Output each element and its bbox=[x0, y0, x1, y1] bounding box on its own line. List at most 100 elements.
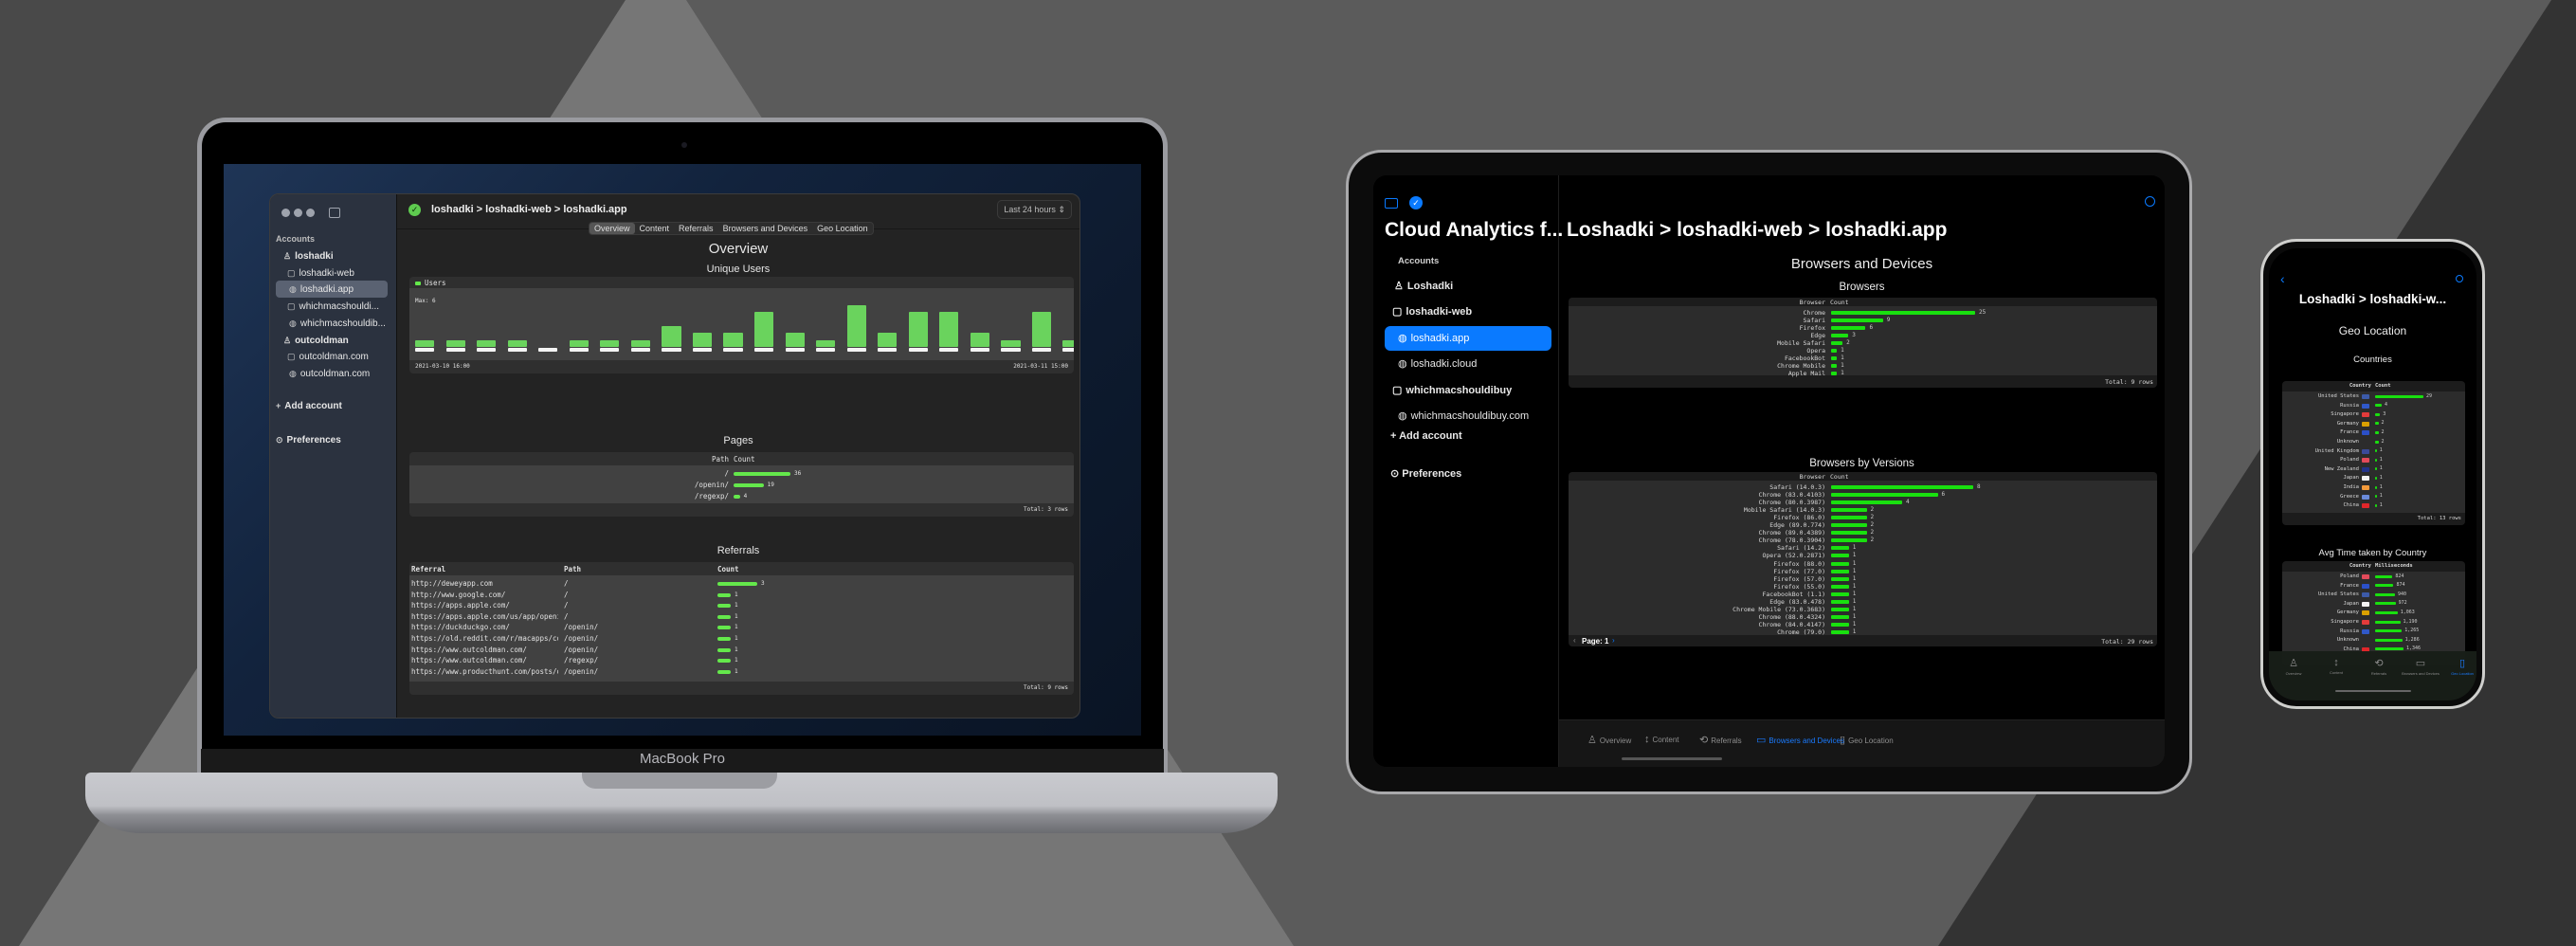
browser-label: Chrome (83.0.4103) bbox=[1758, 491, 1825, 500]
path-cell: / bbox=[564, 601, 569, 610]
path-cell: / bbox=[564, 611, 569, 621]
count-value: 1 bbox=[1852, 567, 1857, 574]
referral-cell[interactable]: https://www.outcoldman.com/ bbox=[411, 656, 527, 664]
tab-geo-location[interactable]: ▯ Geo Location bbox=[2443, 657, 2476, 676]
chart-baseline-mark bbox=[785, 348, 805, 352]
referral-cell[interactable]: https://apps.apple.com/ bbox=[411, 601, 510, 609]
referral-cell[interactable]: http://deweyapp.com bbox=[411, 579, 493, 588]
count-bar bbox=[1831, 341, 1843, 345]
tab-referrals[interactable]: ⟲ Referrals bbox=[2360, 657, 2398, 676]
tab-label: Browsers and Devices bbox=[2402, 671, 2440, 676]
sidebar-section-accounts: Accounts bbox=[1398, 256, 1440, 266]
chart-bar bbox=[970, 333, 989, 347]
total-rows: Total: 29 rows bbox=[2101, 638, 2153, 646]
next-page-icon[interactable]: › bbox=[1612, 636, 1615, 645]
total-rows: Total: 9 rows bbox=[1024, 684, 1068, 691]
prev-page-icon[interactable]: ‹ bbox=[1573, 636, 1576, 645]
tab-browsers-and-devices[interactable]: ▭ Browsers and Devices bbox=[1756, 734, 1844, 746]
ipad-screen: ✓ Cloud Analytics f... Accounts ♙ Loshadk… bbox=[1373, 175, 2165, 767]
count-value: 25 bbox=[1979, 309, 1986, 316]
country-label: United States bbox=[2317, 393, 2359, 399]
tab-label: Browsers and Devices bbox=[1769, 737, 1844, 745]
count-value: 6 bbox=[1941, 491, 1946, 499]
tab-geo-location[interactable]: ▯ Geo Location bbox=[1840, 734, 1894, 746]
country-label: Unknown bbox=[2336, 637, 2359, 644]
tab-overview[interactable]: ♙ Overview bbox=[1587, 734, 1631, 746]
clock-icon[interactable] bbox=[2145, 196, 2155, 207]
chart-bar bbox=[939, 312, 959, 347]
countries-table: United States 29 Russia 4 Singapore 3 Germany 2… bbox=[2282, 381, 2465, 525]
count-bar bbox=[2375, 404, 2383, 408]
chart-bar bbox=[1031, 312, 1052, 347]
tab-overview[interactable]: ♙ Overview bbox=[2275, 657, 2313, 676]
minimize-window-button[interactable] bbox=[294, 209, 302, 217]
count-bar bbox=[1831, 614, 1849, 619]
sidebar-item[interactable]: ▢ outcoldman.com bbox=[276, 348, 388, 365]
tab-browsers-and-devices[interactable]: ▭ Browsers and Devices bbox=[2402, 657, 2440, 676]
flag-icon bbox=[2362, 592, 2369, 598]
sidebar-item[interactable]: ◍ loshadki.app bbox=[1385, 325, 1551, 351]
count-bar bbox=[1831, 493, 1938, 498]
sidebar-item[interactable]: ◍ outcoldman.com bbox=[276, 365, 388, 382]
sidebar-toggle-icon[interactable] bbox=[329, 208, 340, 218]
referral-cell[interactable]: https://apps.apple.com/us/app/openin/id1… bbox=[411, 612, 558, 621]
tab-referrals[interactable]: ⟲ Referrals bbox=[1699, 734, 1742, 746]
sidebar-item[interactable]: ▢ whichmacshouldibuy bbox=[1385, 378, 1551, 403]
referral-cell[interactable]: https://www.outcoldman.com/ bbox=[411, 646, 527, 654]
referral-cell[interactable]: https://old.reddit.com/r/macapps/comment… bbox=[411, 634, 558, 643]
close-window-button[interactable] bbox=[281, 209, 290, 217]
chart-bar bbox=[816, 339, 836, 347]
chart-bar bbox=[1062, 339, 1074, 347]
path-cell: / bbox=[564, 590, 569, 599]
square-icon: ▢ bbox=[287, 352, 296, 362]
sidebar-item[interactable]: ▢ whichmacshouldi... bbox=[276, 298, 388, 315]
add-account-button[interactable]: + Add account bbox=[1385, 424, 1551, 448]
chart-bar bbox=[600, 339, 620, 347]
count-bar bbox=[717, 604, 731, 609]
sidebar-item[interactable]: ◍ loshadki.cloud bbox=[1385, 352, 1551, 376]
tab-content[interactable]: ↕ Content bbox=[2317, 657, 2355, 675]
sidebar-item[interactable]: ◍ whichmacshouldib... bbox=[276, 315, 388, 332]
sidebar-item[interactable]: ▢ loshadki-web bbox=[1385, 300, 1551, 324]
referral-cell[interactable]: https://www.producthunt.com/posts/openin… bbox=[411, 667, 558, 676]
count-value: 2 bbox=[2381, 428, 2385, 435]
sidebar-item[interactable]: ♙ outcoldman bbox=[276, 332, 388, 349]
count-value: 1 bbox=[1852, 612, 1857, 620]
sidebar-item[interactable]: ▢ loshadki-web bbox=[276, 264, 388, 282]
browser-label: Opera bbox=[1806, 347, 1825, 355]
count-bar bbox=[1831, 546, 1849, 551]
person-icon: ♙ bbox=[283, 335, 292, 345]
referral-cell[interactable]: http://www.google.com/ bbox=[411, 591, 505, 599]
page-title: Browsers and Devices bbox=[1790, 256, 1933, 272]
tab-content[interactable]: Content bbox=[635, 223, 675, 234]
sidebar-item[interactable]: ◍ loshadki.app bbox=[276, 281, 388, 299]
count-bar bbox=[1831, 318, 1883, 322]
tab-referrals[interactable]: Referrals bbox=[674, 223, 718, 234]
sidebar-item[interactable]: ♙ Loshadki bbox=[1385, 274, 1551, 299]
chart-baseline-mark bbox=[939, 348, 959, 352]
tab-geo-location[interactable]: Geo Location bbox=[812, 223, 873, 234]
count-bar bbox=[717, 626, 731, 630]
sidebar-toggle-icon[interactable] bbox=[1385, 198, 1398, 209]
count-bar bbox=[1831, 591, 1849, 596]
tab-browsers-and-devices[interactable]: Browsers and Devices bbox=[718, 223, 813, 234]
back-icon[interactable]: ‹ bbox=[2280, 271, 2285, 286]
count-value: 1 bbox=[1841, 370, 1844, 376]
preferences-button[interactable]: ⊙ Preferences bbox=[276, 431, 388, 448]
clock-icon[interactable] bbox=[2456, 275, 2463, 282]
preferences-button[interactable]: ⊙ Preferences bbox=[1385, 462, 1551, 486]
count-bar bbox=[1831, 554, 1849, 558]
count-bar bbox=[1831, 561, 1849, 566]
count-value: 1 bbox=[2379, 483, 2383, 490]
count-bar bbox=[1831, 599, 1849, 604]
chart-bar bbox=[1001, 339, 1021, 347]
sidebar-item[interactable]: ♙ loshadki bbox=[276, 247, 388, 264]
tab-overview[interactable]: Overview bbox=[590, 223, 635, 234]
tab-content[interactable]: ↕ Content bbox=[1644, 734, 1679, 745]
count-bar bbox=[2375, 467, 2377, 471]
add-account-button[interactable]: + Add account bbox=[276, 397, 388, 414]
referral-cell[interactable]: https://duckduckgo.com/ bbox=[411, 623, 510, 631]
count-value: 36 bbox=[794, 470, 802, 477]
time-range-select[interactable]: Last 24 hours ⇕ bbox=[997, 200, 1072, 219]
zoom-window-button[interactable] bbox=[306, 209, 315, 217]
